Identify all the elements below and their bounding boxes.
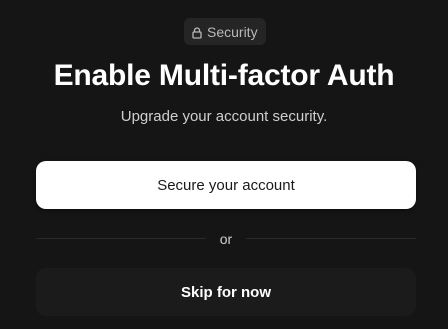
or-divider: or: [36, 229, 416, 249]
divider-line-right: [246, 238, 416, 239]
divider-label: or: [219, 231, 233, 247]
mfa-prompt-screen: Security Enable Multi-factor Auth Upgrad…: [0, 0, 448, 329]
page-subtitle: Upgrade your account security.: [120, 108, 328, 125]
secure-account-button[interactable]: Secure your account: [36, 161, 416, 209]
security-badge: Security: [184, 18, 266, 45]
page-title: Enable Multi-factor Auth: [53, 59, 395, 92]
security-badge-label: Security: [207, 23, 258, 40]
skip-for-now-button[interactable]: Skip for now: [36, 268, 416, 316]
lock-icon: [192, 26, 202, 39]
